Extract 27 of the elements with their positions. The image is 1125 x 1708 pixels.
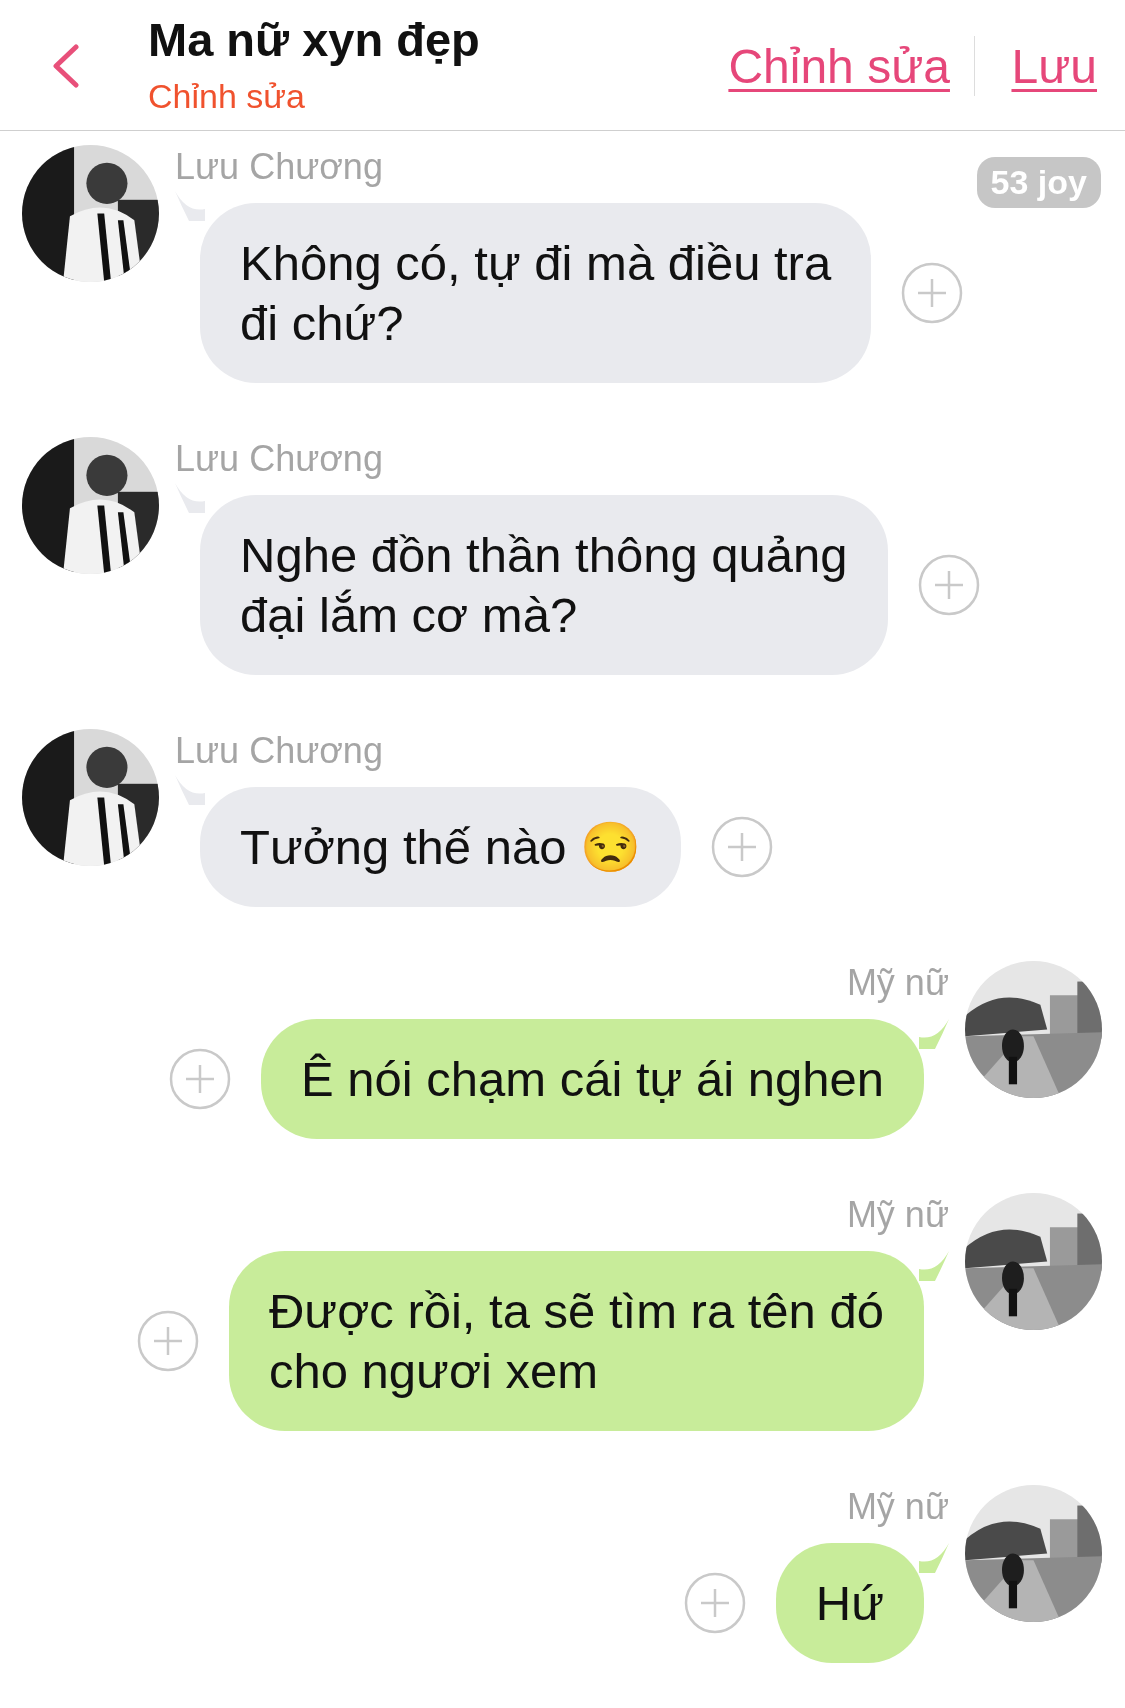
add-icon[interactable] xyxy=(683,1572,746,1634)
sender-name: Lưu Chương xyxy=(175,145,384,189)
back-icon[interactable] xyxy=(50,44,80,88)
message-bubble: Tưởng thế nào 😒 xyxy=(200,787,682,907)
message-bubble: Nghe đồn thần thông quảng đại lắm cơ mà? xyxy=(200,495,888,675)
add-icon[interactable] xyxy=(901,262,964,324)
chat-title: Ma nữ xyn đẹp xyxy=(148,14,480,66)
message-bubble: Ê nói chạm cái tự ái nghen xyxy=(260,1019,924,1139)
sender-name: Mỹ nữ xyxy=(846,1193,949,1237)
sender-name: Lưu Chương xyxy=(175,437,384,481)
message-bubble: Không có, tự đi mà điều tra đi chứ? xyxy=(200,203,872,383)
sender-name: Mỹ nữ xyxy=(846,1485,949,1529)
add-icon[interactable] xyxy=(917,554,980,616)
add-icon[interactable] xyxy=(136,1310,199,1372)
message-bubble: Hứ xyxy=(775,1543,924,1663)
sender-name: Mỹ nữ xyxy=(846,961,949,1005)
message-bubble: Được rồi, ta sẽ tìm ra tên đó cho ngươi xem xyxy=(228,1251,924,1431)
add-icon[interactable] xyxy=(168,1048,231,1110)
bubble-tail xyxy=(919,1251,949,1281)
bubble-tail xyxy=(919,1543,949,1573)
header-link[interactable]: Chỉnh sửa xyxy=(728,38,950,94)
chat-subtitle: Chỉnh sửa xyxy=(148,76,306,117)
joy-badge: 53 joy xyxy=(976,157,1101,208)
header-link[interactable]: Lưu xyxy=(1011,38,1097,94)
sender-name: Lưu Chương xyxy=(175,729,384,773)
add-icon[interactable] xyxy=(711,816,774,878)
bubble-tail xyxy=(919,1019,949,1049)
